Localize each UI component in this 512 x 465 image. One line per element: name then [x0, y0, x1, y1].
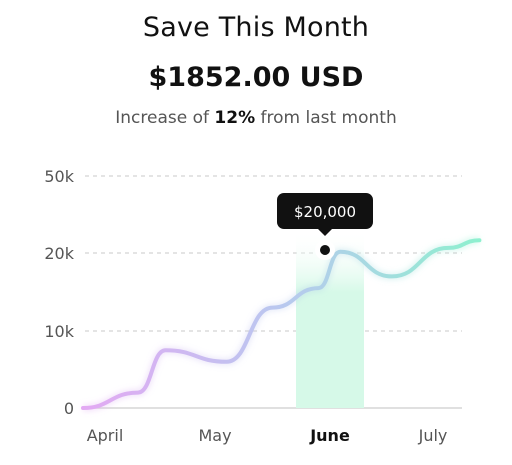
- y-tick-label: 10k: [44, 322, 74, 341]
- data-point-marker: [320, 245, 330, 255]
- y-tick-label: 50k: [44, 167, 74, 186]
- x-tick-label: May: [198, 426, 231, 445]
- savings-line-chart: 0 10k 20k 50k April May June July $20,000: [44, 167, 482, 445]
- x-tick-label: July: [418, 426, 448, 445]
- x-tick-label: April: [87, 426, 124, 445]
- y-tick-label: 0: [64, 399, 74, 418]
- tooltip-value: $20,000: [294, 203, 356, 221]
- series-line-glow: [82, 236, 480, 412]
- x-tick-label: June: [309, 426, 350, 445]
- y-tick-label: 20k: [44, 244, 74, 263]
